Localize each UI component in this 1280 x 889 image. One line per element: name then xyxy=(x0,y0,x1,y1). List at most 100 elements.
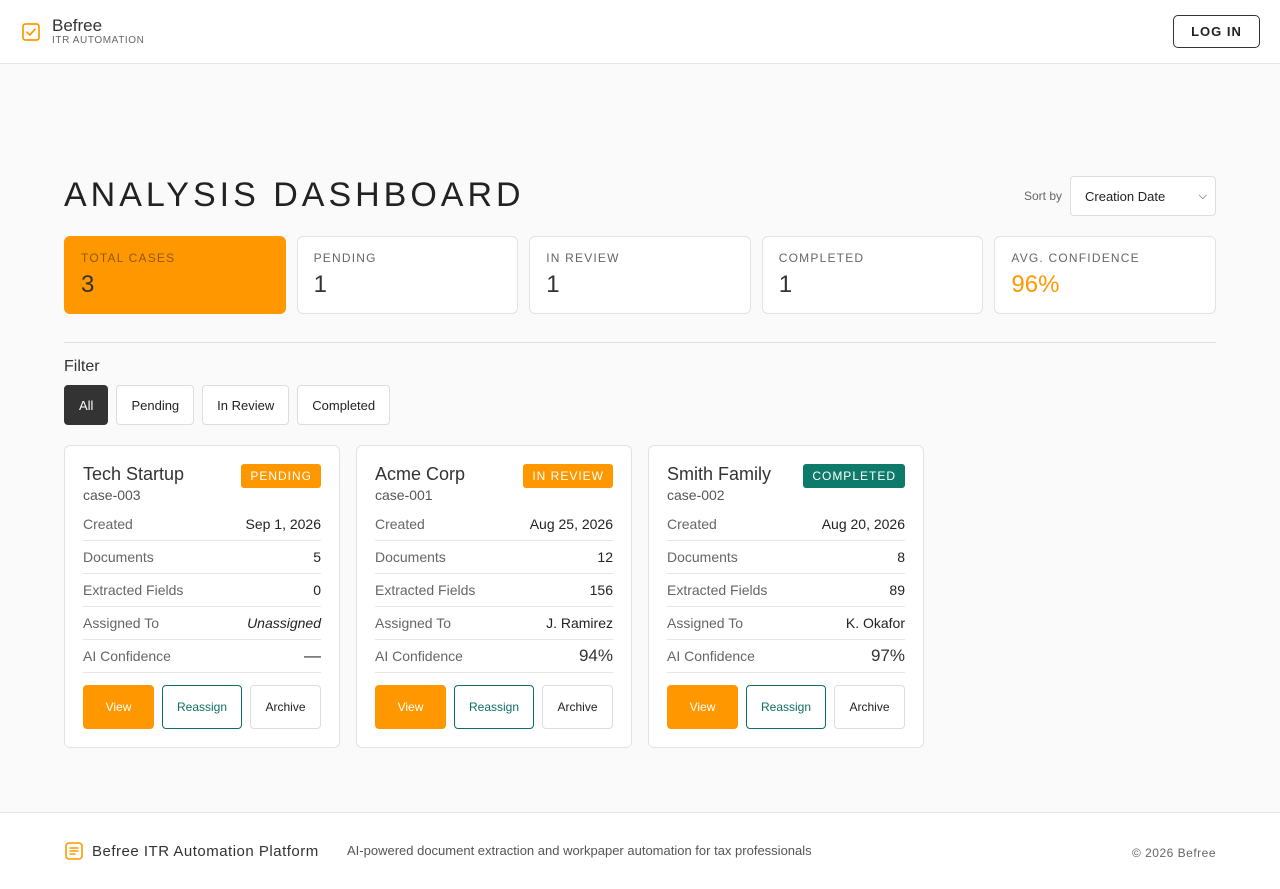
documents-value: 5 xyxy=(313,549,321,565)
filter-completed-button[interactable]: Completed xyxy=(297,385,391,425)
card-actions: View Reassign Archive xyxy=(375,685,613,729)
brand-subtitle: ITR AUTOMATION xyxy=(52,35,145,46)
row-label: Documents xyxy=(83,549,154,565)
stat-completed[interactable]: COMPLETED 1 xyxy=(761,236,984,314)
case-name: Acme Corp xyxy=(375,464,466,484)
view-button[interactable]: View xyxy=(83,685,154,729)
assigned-value: K. Okafor xyxy=(845,615,905,631)
view-button[interactable]: View xyxy=(375,685,446,729)
confidence-value: — xyxy=(304,646,321,665)
confidence-row: AI Confidence — xyxy=(83,640,321,673)
case-card: Tech Startup case-003 PENDING Created Se… xyxy=(64,445,340,748)
documents-row: Documents 8 xyxy=(667,541,905,574)
footer-copyright: © 2026 Befree xyxy=(1131,846,1216,860)
stat-value: 96% xyxy=(1011,271,1060,298)
filter-in-review-button[interactable]: In Review xyxy=(202,385,290,425)
reassign-button[interactable]: Reassign xyxy=(746,685,826,729)
stat-label: TOTAL CASES xyxy=(81,251,176,265)
fields-row: Extracted Fields 0 xyxy=(83,574,321,607)
brand-name: Befree xyxy=(52,16,103,35)
document-list-icon xyxy=(65,842,83,860)
stat-label: COMPLETED xyxy=(778,251,865,265)
confidence-value: 94% xyxy=(578,646,613,665)
stat-label: AVG. CONFIDENCE xyxy=(1011,251,1140,265)
documents-value: 12 xyxy=(597,549,613,565)
row-label: Created xyxy=(83,516,133,532)
card-actions: View Reassign Archive xyxy=(667,685,905,729)
created-value: Sep 1, 2026 xyxy=(245,516,321,532)
status-badge: COMPLETED xyxy=(803,464,905,488)
row-label: AI Confidence xyxy=(667,648,755,664)
row-label: Created xyxy=(375,516,425,532)
row-label: Documents xyxy=(375,549,446,565)
fields-value: 156 xyxy=(589,582,613,598)
row-label: Extracted Fields xyxy=(375,582,476,598)
sort-select[interactable]: Creation Date ⌵ xyxy=(1070,176,1216,216)
status-badge: IN REVIEW xyxy=(523,464,613,488)
row-label: AI Confidence xyxy=(375,648,463,664)
view-button[interactable]: View xyxy=(667,685,738,729)
checkbox-check-icon xyxy=(22,22,40,41)
documents-row: Documents 5 xyxy=(83,541,321,574)
assigned-value: J. Ramirez xyxy=(546,615,613,631)
filter-all-button[interactable]: All xyxy=(64,385,109,425)
row-label: Created xyxy=(667,516,717,532)
row-label: Extracted Fields xyxy=(83,582,184,598)
fields-row: Extracted Fields 156 xyxy=(375,574,613,607)
footer-tagline: AI-powered document extraction and workp… xyxy=(347,843,812,858)
row-label: Assigned To xyxy=(83,615,160,631)
stat-value: 1 xyxy=(313,271,327,298)
assigned-row: Assigned To J. Ramirez xyxy=(375,607,613,640)
documents-value: 8 xyxy=(897,549,905,565)
stat-in-review[interactable]: IN REVIEW 1 xyxy=(529,236,751,314)
confidence-row: AI Confidence 97% xyxy=(667,640,905,673)
reassign-button[interactable]: Reassign xyxy=(162,685,242,729)
filter-chips: All Pending In Review Completed xyxy=(64,385,391,425)
card-actions: View Reassign Archive xyxy=(83,685,321,729)
created-row: Created Sep 1, 2026 xyxy=(83,508,321,541)
created-row: Created Aug 20, 2026 xyxy=(667,508,905,541)
documents-row: Documents 12 xyxy=(375,541,613,574)
confidence-value: 97% xyxy=(870,646,905,665)
assigned-row: Assigned To Unassigned xyxy=(83,607,321,640)
row-label: Extracted Fields xyxy=(667,582,768,598)
archive-button[interactable]: Archive xyxy=(250,685,321,729)
case-name: Smith Family xyxy=(667,464,772,484)
brand-logo[interactable]: Befree ITR AUTOMATION xyxy=(21,16,144,47)
case-card: Smith Family case-002 COMPLETED Created … xyxy=(648,445,924,748)
case-id: case-003 xyxy=(83,487,141,503)
reassign-button[interactable]: Reassign xyxy=(454,685,534,729)
stat-avg-confidence[interactable]: AVG. CONFIDENCE 96% xyxy=(994,236,1216,314)
case-card: Acme Corp case-001 IN REVIEW Created Aug… xyxy=(356,445,632,748)
created-value: Aug 25, 2026 xyxy=(529,516,613,532)
archive-button[interactable]: Archive xyxy=(834,685,905,729)
assigned-row: Assigned To K. Okafor xyxy=(667,607,905,640)
case-id: case-002 xyxy=(667,487,725,503)
case-id: case-001 xyxy=(375,487,433,503)
stat-pending[interactable]: PENDING 1 xyxy=(296,236,519,314)
stat-total-cases[interactable]: TOTAL CASES 3 xyxy=(64,236,286,314)
sort-label: Sort by xyxy=(1023,189,1062,203)
filter-title: Filter xyxy=(64,358,100,375)
footer-brand: Befree ITR Automation Platform xyxy=(64,841,319,861)
created-row: Created Aug 25, 2026 xyxy=(375,508,613,541)
chevron-down-icon: ⌵ xyxy=(1198,189,1207,202)
page-title: ANALYSIS DASHBOARD xyxy=(64,176,525,214)
archive-button[interactable]: Archive xyxy=(542,685,613,729)
stat-label: PENDING xyxy=(313,251,377,265)
case-name: Tech Startup xyxy=(83,464,185,484)
stat-value: 3 xyxy=(81,271,95,298)
row-label: Assigned To xyxy=(667,615,744,631)
stat-value: 1 xyxy=(778,271,793,298)
fields-value: 0 xyxy=(313,582,321,598)
fields-value: 89 xyxy=(889,582,905,598)
created-value: Aug 20, 2026 xyxy=(821,516,905,532)
login-button[interactable]: LOG IN xyxy=(1173,15,1260,48)
stat-value: 1 xyxy=(546,271,560,298)
sort-control: Sort by Creation Date ⌵ xyxy=(1024,176,1216,216)
row-label: AI Confidence xyxy=(83,648,171,664)
status-badge: PENDING xyxy=(241,464,321,488)
row-label: Documents xyxy=(667,549,738,565)
footer-name: Befree ITR Automation Platform xyxy=(92,842,319,860)
filter-pending-button[interactable]: Pending xyxy=(116,385,195,425)
